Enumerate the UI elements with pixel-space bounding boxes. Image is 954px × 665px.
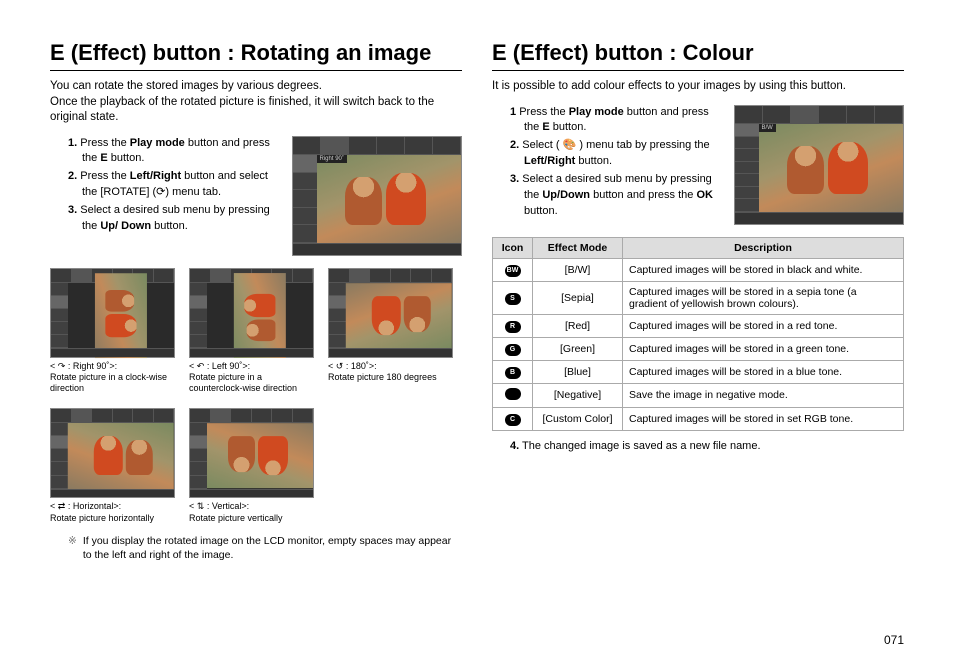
rotate-glyph-icon: ↷	[58, 361, 66, 371]
rotate-thumb: < ↺ : 180˚>:Rotate picture 180 degrees	[328, 268, 453, 395]
table-row: [Red]Captured images will be stored in a…	[493, 314, 904, 337]
th-desc: Description	[623, 237, 904, 258]
rotate-icon: ⟳	[156, 186, 165, 198]
manual-page: E (Effect) button : Rotating an image Yo…	[50, 40, 904, 562]
effect-badge-icon	[505, 388, 521, 400]
left-step-2: 2. Press the Left/Right button and selec…	[68, 169, 282, 201]
rotate-glyph-icon: ↶	[197, 361, 205, 371]
right-step-1: 1 Press the Play mode button and press t…	[510, 105, 724, 137]
rotate-thumbnails: < ↷ : Right 90˚>:Rotate picture in a clo…	[50, 268, 462, 524]
th-icon: Icon	[493, 237, 533, 258]
effect-icon-cell	[493, 360, 533, 383]
effect-badge-icon	[505, 293, 521, 305]
effect-icon-cell	[493, 314, 533, 337]
effect-mode-cell: [Custom Color]	[533, 407, 623, 430]
effect-mode-cell: [Green]	[533, 337, 623, 360]
thumb-caption: < ↶ : Left 90˚>:Rotate picture in a coun…	[189, 361, 314, 395]
table-row: [B/W]Captured images will be stored in b…	[493, 258, 904, 281]
rotate-thumb: < ⇅ : Vertical>:Rotate picture verticall…	[189, 408, 314, 524]
table-row: [Sepia]Captured images will be stored in…	[493, 281, 904, 314]
thumb-caption: < ↺ : 180˚>:Rotate picture 180 degrees	[328, 361, 453, 384]
lcd-thumb	[50, 408, 175, 498]
thumb-caption: < ⇅ : Vertical>:Rotate picture verticall…	[189, 501, 314, 524]
effect-desc-cell: Captured images will be stored in black …	[623, 258, 904, 281]
rotate-glyph-icon: ⇄	[58, 501, 66, 511]
effect-mode-cell: [Red]	[533, 314, 623, 337]
effect-icon-cell	[493, 383, 533, 407]
right-step-4: 4. The changed image is saved as a new f…	[510, 439, 904, 455]
left-intro: You can rotate the stored images by vari…	[50, 79, 462, 126]
effect-badge-icon	[505, 265, 521, 277]
note-mark-icon: ※	[68, 534, 77, 562]
effect-badge-icon	[505, 321, 521, 333]
left-steps: 1. Press the Play mode button and press …	[50, 136, 282, 236]
effect-desc-cell: Captured images will be stored in a red …	[623, 314, 904, 337]
lcd-rotate-main: Right 90˚	[292, 136, 462, 256]
effect-desc-cell: Captured images will be stored in set RG…	[623, 407, 904, 430]
effect-badge-icon	[505, 367, 521, 379]
right-step-2: 2. Select ( 🎨 ) menu tab by pressing the…	[510, 138, 724, 170]
table-row: [Negative]Save the image in negative mod…	[493, 383, 904, 407]
left-step-1: 1. Press the Play mode button and press …	[68, 136, 282, 168]
left-note: ※ If you display the rotated image on th…	[50, 534, 462, 562]
effect-mode-cell: [B/W]	[533, 258, 623, 281]
effect-icon-cell	[493, 281, 533, 314]
lcd-thumb	[189, 408, 314, 498]
effect-icon-cell	[493, 407, 533, 430]
lcd-thumb	[50, 268, 175, 358]
effect-badge-icon	[505, 414, 521, 426]
right-step4-list: 4. The changed image is saved as a new f…	[492, 439, 904, 455]
effect-desc-cell: Captured images will be stored in a sepi…	[623, 281, 904, 314]
right-column: E (Effect) button : Colour It is possibl…	[492, 40, 904, 562]
th-mode: Effect Mode	[533, 237, 623, 258]
thumb-caption: < ↷ : Right 90˚>:Rotate picture in a clo…	[50, 361, 175, 395]
effect-mode-cell: [Negative]	[533, 383, 623, 407]
table-row: [Green]Captured images will be stored in…	[493, 337, 904, 360]
effect-mode-cell: [Sepia]	[533, 281, 623, 314]
effect-icon-cell	[493, 337, 533, 360]
left-title: E (Effect) button : Rotating an image	[50, 40, 462, 71]
left-step-3: 3. Select a desired sub menu by pressing…	[68, 203, 282, 235]
left-column: E (Effect) button : Rotating an image Yo…	[50, 40, 462, 562]
right-intro: It is possible to add colour effects to …	[492, 79, 904, 95]
right-title: E (Effect) button : Colour	[492, 40, 904, 71]
colour-effects-table: Icon Effect Mode Description [B/W]Captur…	[492, 237, 904, 431]
effect-badge-icon	[505, 344, 521, 356]
table-row: [Blue]Captured images will be stored in …	[493, 360, 904, 383]
right-steps: 1 Press the Play mode button and press t…	[492, 105, 724, 221]
rotate-thumb: < ↶ : Left 90˚>:Rotate picture in a coun…	[189, 268, 314, 395]
lcd-thumb	[189, 268, 314, 358]
palette-icon: 🎨	[563, 139, 577, 151]
effect-desc-cell: Captured images will be stored in a gree…	[623, 337, 904, 360]
effect-desc-cell: Save the image in negative mode.	[623, 383, 904, 407]
rotate-glyph-icon: ⇅	[197, 501, 205, 511]
lcd-colour-main: B/W	[734, 105, 904, 225]
table-row: [Custom Color]Captured images will be st…	[493, 407, 904, 430]
rotate-glyph-icon: ↺	[336, 361, 344, 371]
effect-desc-cell: Captured images will be stored in a blue…	[623, 360, 904, 383]
rotate-thumb: < ⇄ : Horizontal>:Rotate picture horizon…	[50, 408, 175, 524]
effect-icon-cell	[493, 258, 533, 281]
rotate-thumb: < ↷ : Right 90˚>:Rotate picture in a clo…	[50, 268, 175, 395]
right-step-3: 3. Select a desired sub menu by pressing…	[510, 172, 724, 220]
lcd-thumb	[328, 268, 453, 358]
thumb-caption: < ⇄ : Horizontal>:Rotate picture horizon…	[50, 501, 175, 524]
effect-mode-cell: [Blue]	[533, 360, 623, 383]
page-number: 071	[884, 633, 904, 647]
